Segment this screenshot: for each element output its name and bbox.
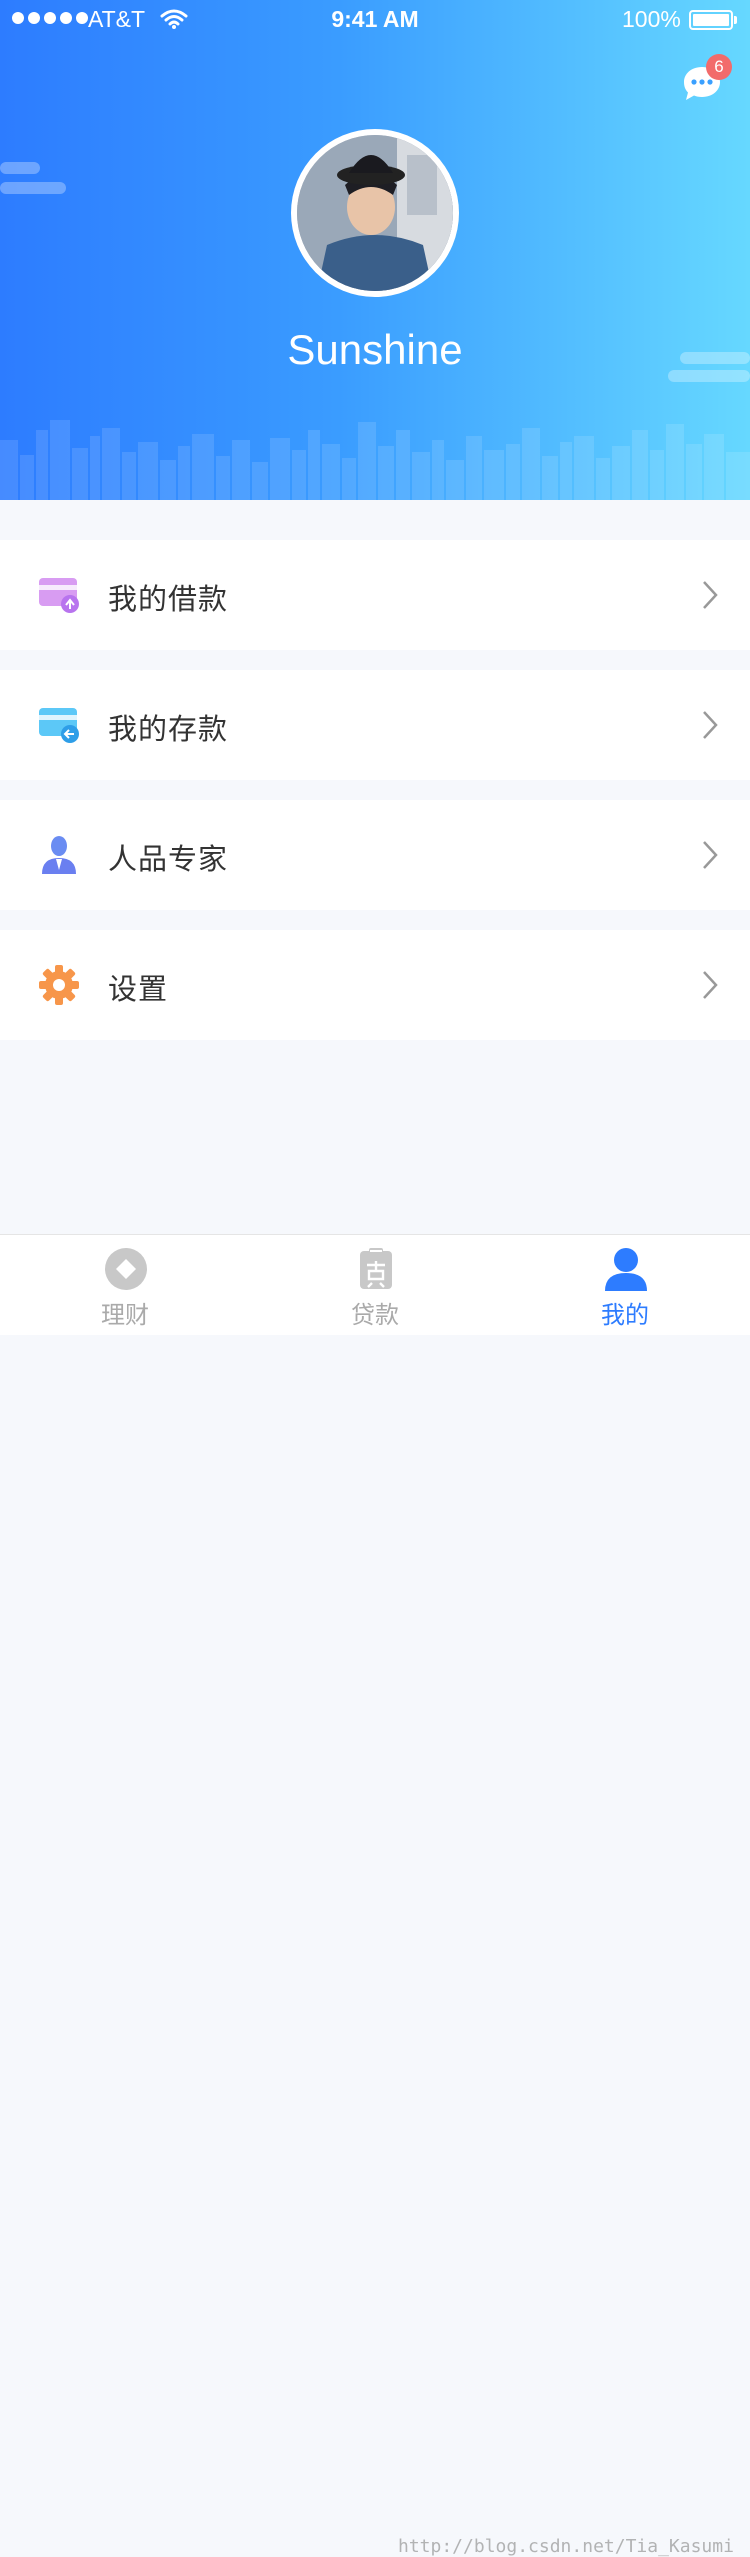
chevron-right-icon	[703, 841, 718, 869]
tab-label: 我的	[601, 1301, 649, 1329]
menu-label: 我的借款	[108, 582, 229, 616]
menu-label: 我的存款	[108, 712, 229, 746]
avatar-photo	[297, 135, 453, 291]
menu-label: 设置	[108, 972, 169, 1006]
username: Sunshine	[287, 326, 463, 373]
profile-header: AT&T 9:41 AM 100% 6 Sunshine	[0, 0, 750, 500]
finance-icon	[105, 1248, 147, 1290]
expert-person-icon	[42, 836, 76, 874]
message-count-badge: 6	[706, 54, 732, 80]
menu-item-my-deposits[interactable]: 我的存款	[0, 670, 750, 780]
tab-label: 贷款	[351, 1301, 399, 1329]
chevron-right-icon	[703, 711, 718, 739]
tab-bar: 理财 贷款 我的 http://blog.csdn.net/Tia_Kasumi	[0, 1234, 750, 2557]
avatar-person-image	[297, 135, 453, 291]
status-bar: AT&T 9:41 AM 100%	[0, 0, 750, 40]
menu-label: 人品专家	[108, 842, 229, 876]
tab-profile[interactable]: 我的	[500, 1235, 750, 1335]
cloud-decoration	[0, 182, 66, 194]
tab-label: 理财	[101, 1301, 149, 1329]
chevron-right-icon	[703, 581, 718, 609]
avatar[interactable]	[291, 129, 459, 297]
battery-icon	[689, 10, 733, 30]
menu-item-settings[interactable]: 设置	[0, 930, 750, 1040]
profile-icon	[605, 1248, 647, 1291]
loan-icon	[360, 1248, 392, 1289]
tab-loan[interactable]: 贷款	[250, 1235, 500, 1335]
watermark-text: http://blog.csdn.net/Tia_Kasumi	[398, 2536, 734, 2557]
menu-item-my-loans[interactable]: 我的借款	[0, 540, 750, 650]
battery-tip	[734, 16, 737, 24]
loan-card-icon	[39, 578, 79, 613]
battery-percent: 100%	[622, 6, 681, 32]
deposit-card-icon	[39, 708, 79, 743]
settings-gear-icon	[39, 965, 79, 1005]
city-skyline	[0, 420, 750, 500]
tab-finance[interactable]: 理财	[0, 1235, 250, 1335]
cloud-decoration	[0, 162, 40, 174]
chevron-right-icon	[703, 971, 718, 999]
menu-item-character-expert[interactable]: 人品专家	[0, 800, 750, 910]
